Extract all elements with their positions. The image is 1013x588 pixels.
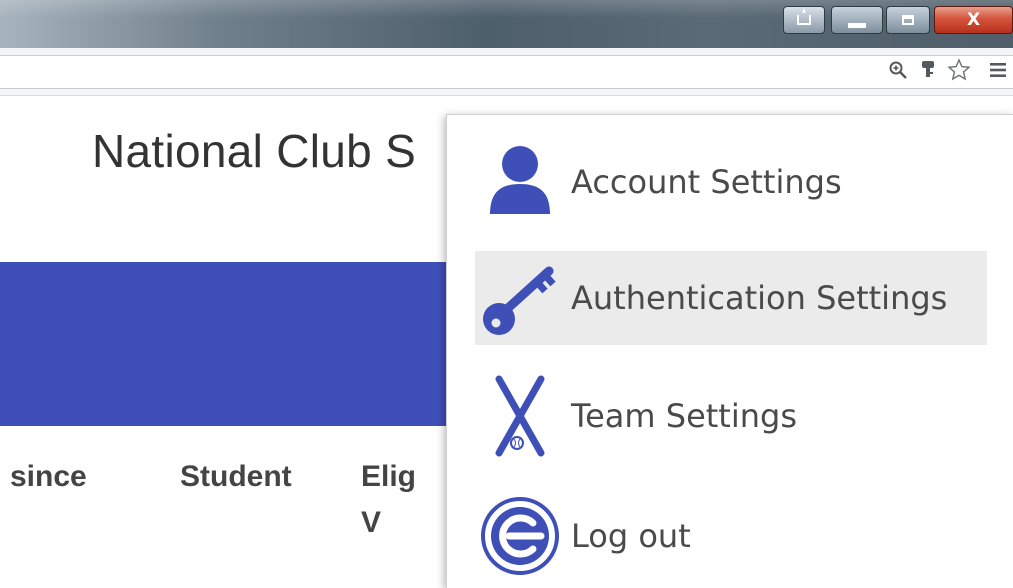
menu-item-label: Authentication Settings: [571, 279, 948, 317]
user-icon: [475, 137, 565, 227]
menu-item-label: Team Settings: [571, 397, 797, 435]
menu-item-label: Account Settings: [571, 163, 842, 201]
zoom-icon[interactable]: [884, 58, 912, 82]
column-header-since: since: [10, 460, 87, 493]
password-key-icon[interactable]: [916, 58, 940, 82]
minimize-button[interactable]: [831, 6, 883, 34]
page-title: National Club S: [92, 125, 417, 177]
logout-icon: [475, 491, 565, 581]
menu-item-label: Log out: [571, 517, 691, 555]
menu-icon[interactable]: [986, 58, 1010, 82]
settings-dropdown-menu: Account Settings Authentication Settings…: [446, 114, 1013, 588]
column-header-elig: Elig: [361, 460, 417, 493]
menu-item-account-settings[interactable]: Account Settings: [475, 135, 987, 229]
close-icon: X: [966, 10, 981, 30]
table-banner: [0, 262, 452, 426]
column-header-elig-continued: V: [361, 506, 382, 539]
window-titlebar: X: [0, 0, 1013, 48]
maximize-button[interactable]: [886, 6, 930, 34]
menu-item-log-out[interactable]: Log out: [475, 489, 987, 583]
window-extra-button[interactable]: [783, 6, 825, 34]
maximize-icon: [902, 15, 914, 25]
column-header-student: Student: [180, 460, 292, 493]
upload-icon: [797, 8, 811, 25]
menu-item-authentication-settings[interactable]: Authentication Settings: [475, 251, 987, 345]
minimize-icon: [848, 22, 866, 28]
crossed-bats-icon: [475, 371, 565, 461]
close-button[interactable]: X: [934, 6, 1013, 34]
browser-toolbar: [0, 48, 1013, 96]
address-bar[interactable]: [0, 55, 1013, 89]
key-icon: [475, 253, 565, 343]
menu-item-team-settings[interactable]: Team Settings: [475, 369, 987, 463]
bookmark-star-icon[interactable]: [944, 58, 974, 82]
